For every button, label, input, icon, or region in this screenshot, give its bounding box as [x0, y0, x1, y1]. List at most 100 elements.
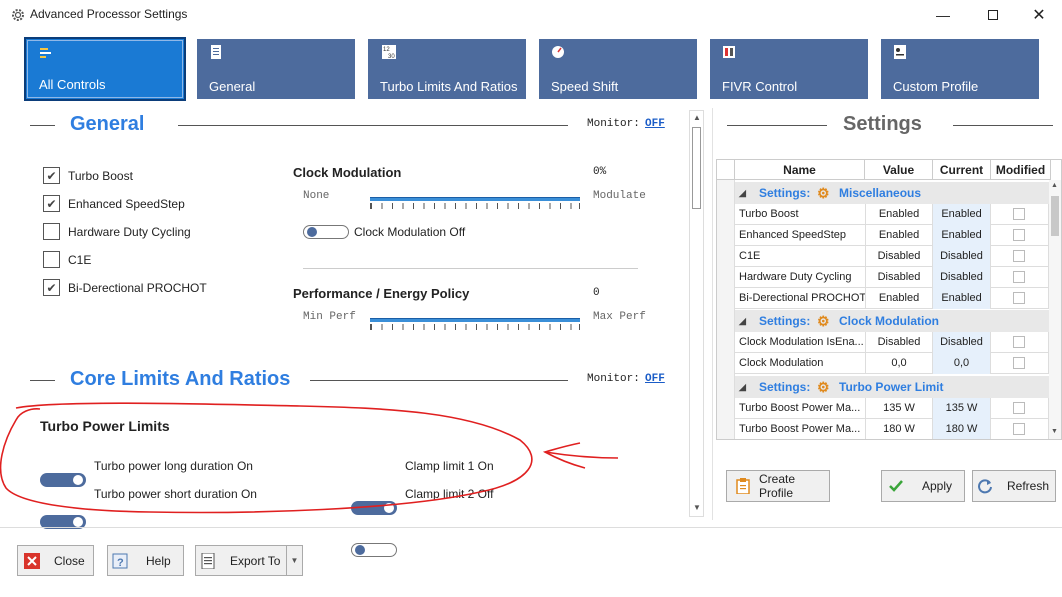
- clamp-limit-2-toggle[interactable]: [351, 543, 397, 557]
- modified-checkbox[interactable]: [1013, 292, 1025, 304]
- cell-value[interactable]: Enabled: [865, 288, 933, 309]
- modified-checkbox[interactable]: [1013, 229, 1025, 241]
- left-pane-scrollbar[interactable]: ▲ ▼: [689, 110, 704, 517]
- clock-modulation-title: Clock Modulation: [293, 165, 402, 180]
- cell-value[interactable]: Disabled: [865, 267, 933, 288]
- modified-checkbox[interactable]: [1013, 357, 1025, 369]
- group-row-clock-modulation[interactable]: ◢ Settings: ⚙ Clock Modulation: [735, 310, 1049, 332]
- cell-modified: [991, 204, 1049, 225]
- scroll-down-icon[interactable]: ▼: [693, 503, 701, 512]
- minimize-button[interactable]: —: [920, 0, 966, 30]
- checkbox[interactable]: [43, 223, 60, 240]
- checkbox-enhanced-speedstep[interactable]: ✔: [43, 195, 60, 212]
- tab-custom-profile[interactable]: Custom Profile: [881, 39, 1039, 99]
- cell-name: Turbo Boost Power Ma...: [739, 423, 861, 435]
- scroll-down-icon[interactable]: ▼: [1051, 428, 1058, 435]
- modified-checkbox[interactable]: [1013, 336, 1025, 348]
- cell-value[interactable]: 0,0: [865, 353, 933, 374]
- column-header[interactable]: Modified: [991, 160, 1051, 180]
- checkbox[interactable]: ✔: [43, 195, 60, 212]
- table-row[interactable]: Turbo Boost Power Ma... 180 W 180 W: [735, 419, 1049, 439]
- checkbox-bi-directional-prochot[interactable]: ✔: [43, 279, 60, 296]
- collapse-icon[interactable]: ◢: [739, 310, 746, 332]
- table-row[interactable]: Clock Modulation IsEna... Disabled Disab…: [735, 332, 1049, 353]
- export-to-button[interactable]: Export To ▼: [195, 545, 303, 576]
- cell-value[interactable]: 180 W: [865, 419, 933, 439]
- checkbox[interactable]: ✔: [43, 279, 60, 296]
- speedometer-icon: [552, 46, 564, 58]
- clock-modulation-slider[interactable]: [370, 197, 580, 201]
- scroll-up-icon[interactable]: ▲: [1051, 182, 1058, 189]
- column-header[interactable]: Current: [933, 160, 991, 180]
- checkbox[interactable]: ✔: [43, 167, 60, 184]
- cell-value[interactable]: Disabled: [865, 332, 933, 353]
- checkbox-hardware-duty-cycling[interactable]: [43, 223, 60, 240]
- toggle-label: Clock Modulation Off: [354, 225, 466, 239]
- turbo-power-limits-title: Turbo Power Limits: [40, 418, 170, 434]
- section-title-general: General: [70, 113, 145, 135]
- checkbox-c1e[interactable]: [43, 251, 60, 268]
- modified-checkbox[interactable]: [1013, 250, 1025, 262]
- scroll-up-icon[interactable]: ▲: [693, 113, 701, 122]
- clamp-limit-1-toggle[interactable]: [351, 501, 397, 515]
- cell-name: Clock Modulation IsEna...: [739, 336, 864, 348]
- modified-checkbox[interactable]: [1013, 208, 1025, 220]
- scrollbar-thumb[interactable]: [1051, 196, 1059, 236]
- tab-general[interactable]: General: [197, 39, 355, 99]
- window-title: Advanced Processor Settings: [30, 7, 188, 21]
- help-icon: ?: [112, 553, 128, 569]
- divider: [178, 125, 568, 126]
- maximize-button[interactable]: [970, 0, 1016, 30]
- close-window-button[interactable]: ✕: [1016, 0, 1062, 30]
- apply-button[interactable]: Apply: [881, 470, 965, 502]
- table-row[interactable]: Bi-Derectional PROCHOT Enabled Enabled: [735, 288, 1049, 309]
- dropdown-arrow-icon[interactable]: ▼: [286, 546, 302, 575]
- help-button[interactable]: ? Help: [107, 545, 184, 576]
- slider-max-label: Max Perf: [593, 311, 646, 323]
- checkbox-turbo-boost[interactable]: ✔: [43, 167, 60, 184]
- energy-policy-slider[interactable]: [370, 318, 580, 322]
- modified-checkbox[interactable]: [1013, 423, 1025, 435]
- create-profile-button[interactable]: Create Profile: [726, 470, 830, 502]
- table-row[interactable]: C1E Disabled Disabled: [735, 246, 1049, 267]
- row-header-corner: [717, 160, 735, 180]
- tab-all-controls[interactable]: All Controls: [24, 37, 186, 101]
- clock-modulation-toggle[interactable]: [303, 225, 349, 239]
- monitor-toggle-link[interactable]: OFF: [645, 373, 665, 385]
- table-row[interactable]: Turbo Boost Enabled Enabled: [735, 204, 1049, 225]
- group-prefix: Settings:: [759, 314, 811, 328]
- tab-speed-shift[interactable]: Speed Shift: [539, 39, 697, 99]
- cell-value[interactable]: Disabled: [865, 246, 933, 267]
- scrollbar-thumb[interactable]: [692, 127, 701, 209]
- button-label: Create Profile: [759, 472, 796, 500]
- group-row-turbo-power-limit[interactable]: ◢ Settings: ⚙ Turbo Power Limit: [735, 376, 1049, 398]
- table-row[interactable]: Enhanced SpeedStep Enabled Enabled: [735, 225, 1049, 246]
- group-row-miscellaneous[interactable]: ◢ Settings: ⚙ Miscellaneous: [735, 182, 1049, 204]
- collapse-icon[interactable]: ◢: [739, 182, 746, 204]
- cell-value[interactable]: 135 W: [865, 398, 933, 419]
- slider-max-label: Modulate: [593, 190, 646, 202]
- table-row[interactable]: Turbo Boost Power Ma... 135 W 135 W: [735, 398, 1049, 419]
- energy-policy-title: Performance / Energy Policy: [293, 286, 470, 301]
- tab-turbo-limits[interactable]: 12 30 Turbo Limits And Ratios: [368, 39, 526, 99]
- column-header[interactable]: Value: [865, 160, 933, 180]
- button-label: Apply: [922, 479, 953, 493]
- close-button[interactable]: Close: [17, 545, 94, 576]
- cell-value[interactable]: Enabled: [865, 204, 933, 225]
- cell-value[interactable]: Enabled: [865, 225, 933, 246]
- modified-checkbox[interactable]: [1013, 271, 1025, 283]
- grid-scrollbar[interactable]: ▲ ▼: [1049, 180, 1061, 439]
- column-header[interactable]: Name: [735, 160, 865, 180]
- monitor-toggle-link[interactable]: OFF: [645, 118, 665, 130]
- refresh-button[interactable]: Refresh: [972, 470, 1056, 502]
- cell-modified: [991, 332, 1049, 353]
- settings-title: Settings: [843, 113, 922, 135]
- table-row[interactable]: Hardware Duty Cycling Disabled Disabled: [735, 267, 1049, 288]
- modified-checkbox[interactable]: [1013, 402, 1025, 414]
- table-row[interactable]: Clock Modulation 0,0 0,0: [735, 353, 1049, 374]
- tab-fivr-control[interactable]: FIVR Control: [710, 39, 868, 99]
- checkbox[interactable]: [43, 251, 60, 268]
- turbo-long-duration-toggle[interactable]: [40, 473, 86, 487]
- collapse-icon[interactable]: ◢: [739, 376, 746, 398]
- checkbox-label: Hardware Duty Cycling: [68, 225, 191, 239]
